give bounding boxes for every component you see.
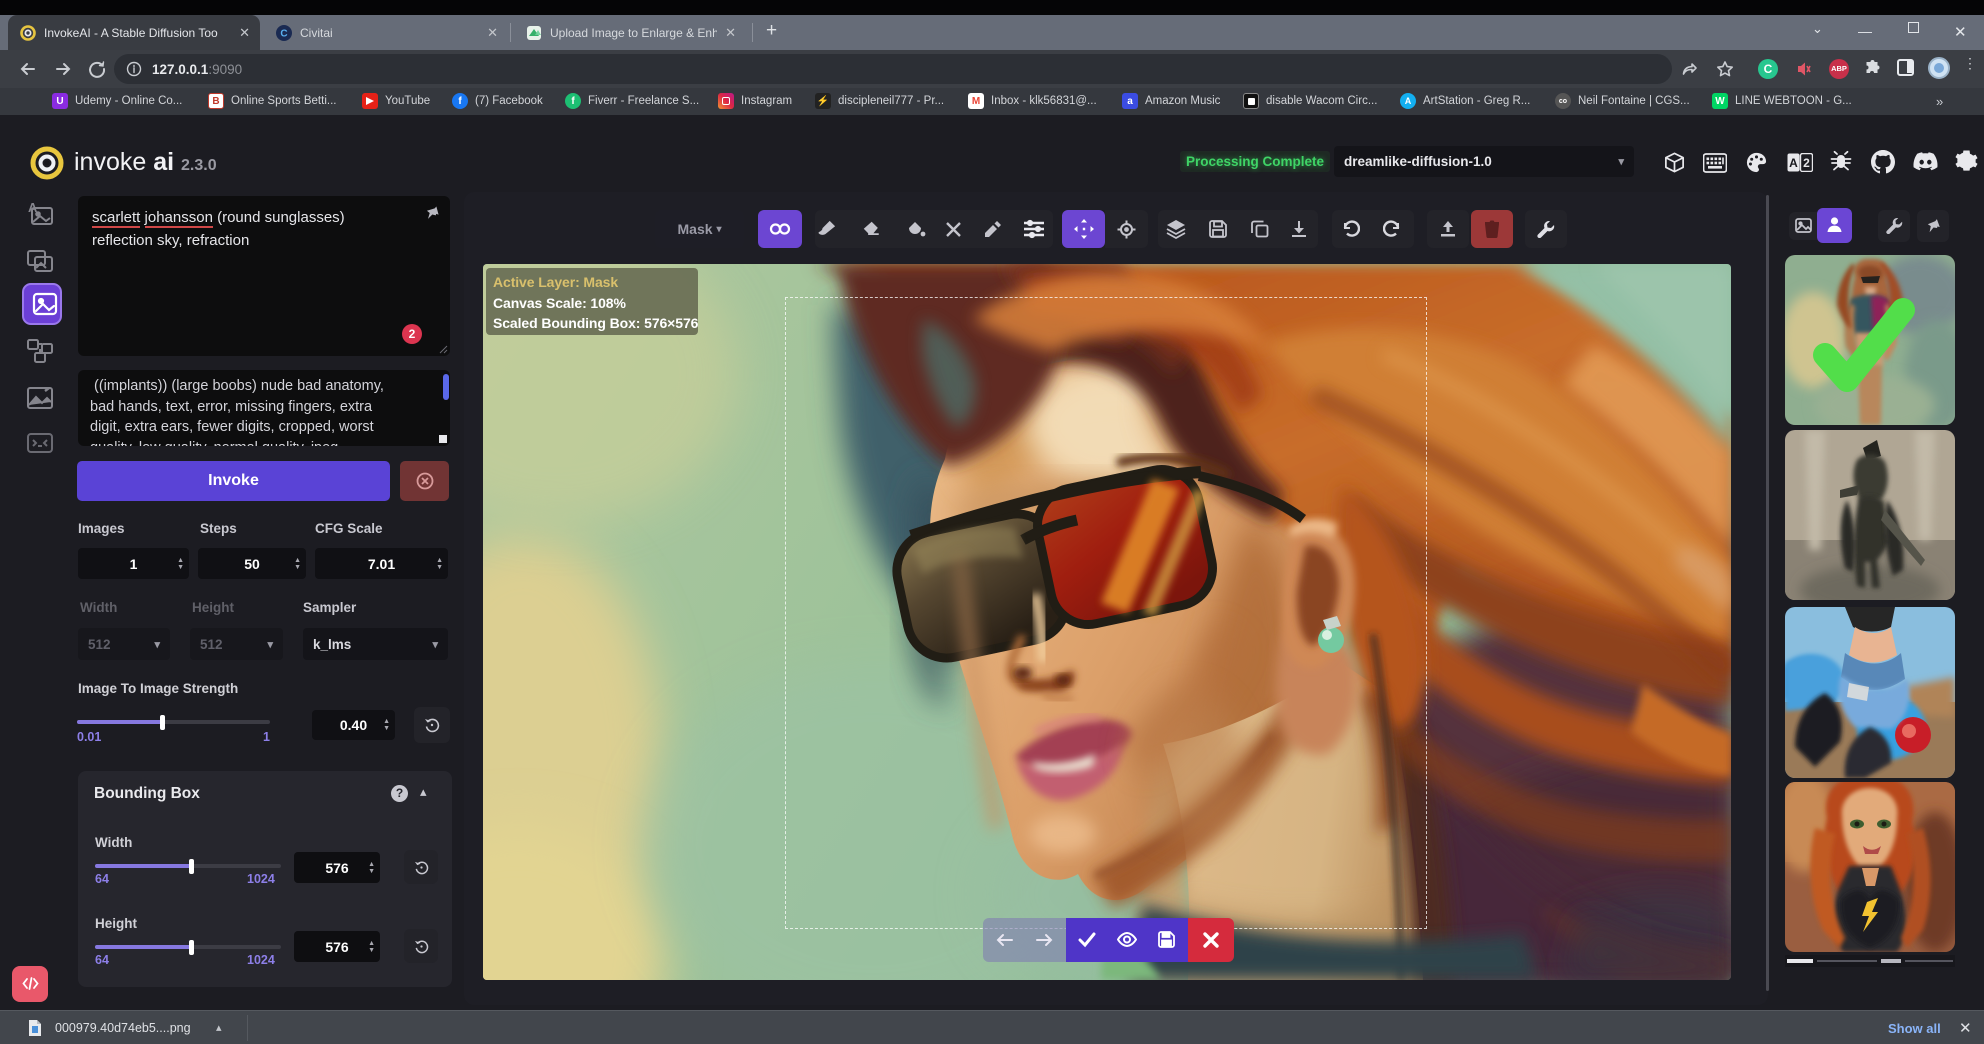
svg-text:C: C <box>280 28 287 39</box>
svg-text:A: A <box>1789 156 1798 170</box>
svg-text:2: 2 <box>1803 156 1810 170</box>
